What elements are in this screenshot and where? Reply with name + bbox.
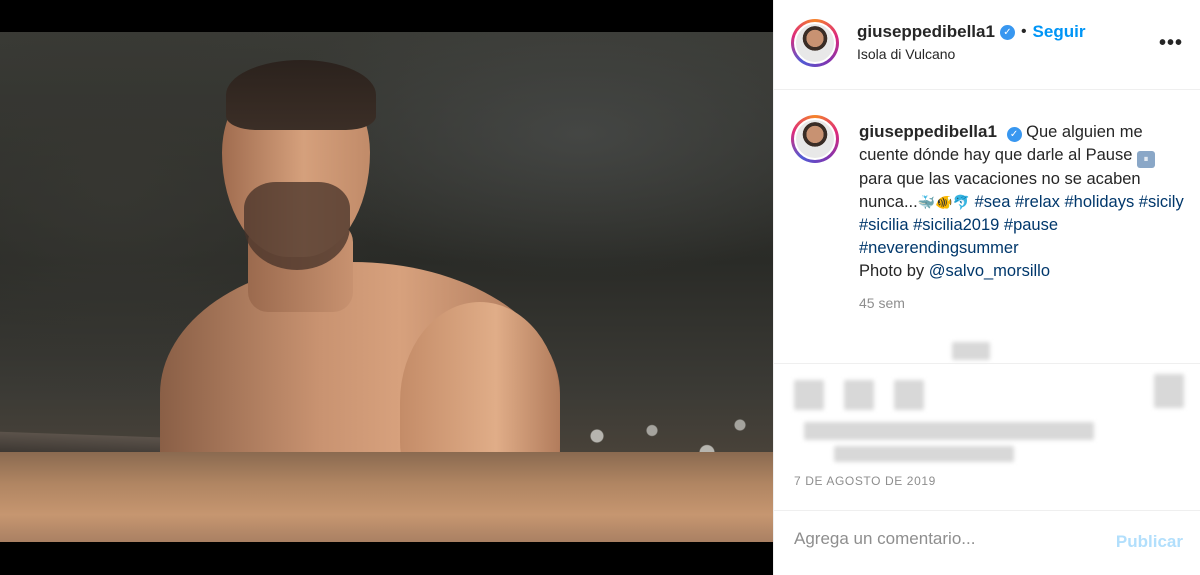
post-header: giuseppedibella1 ✓ • Seguir Isola di Vul… (774, 0, 1200, 90)
save-icon[interactable] (1154, 374, 1184, 408)
caption-username[interactable]: giuseppedibella1 (859, 122, 997, 141)
likes-summary (804, 422, 1094, 440)
pause-emoji-icon: ⏸ (1136, 151, 1155, 168)
photo-credit-handle[interactable]: @salvo_morsillo (929, 262, 1050, 280)
publish-button[interactable]: Publicar (1116, 532, 1183, 552)
location-link[interactable]: Isola di Vulcano (857, 46, 955, 62)
likes-summary-line-2 (834, 446, 1014, 462)
pool-water (0, 452, 773, 542)
caption-verified-badge-icon: ✓ (1006, 127, 1022, 142)
story-ring[interactable] (791, 19, 839, 67)
more-options-icon[interactable]: ••• (1159, 32, 1183, 55)
separator-dot: • (1020, 23, 1027, 40)
share-icon[interactable] (894, 380, 924, 410)
comment-bar: Publicar (774, 510, 1200, 575)
caption-avatar[interactable] (794, 118, 836, 160)
verified-badge-icon: ✓ (999, 24, 1015, 40)
like-icon[interactable] (794, 380, 824, 410)
post-actions: 7 DE AGOSTO DE 2019 (774, 363, 1200, 510)
sea-emoji-icons: 🐳🐠🐬 (917, 194, 971, 210)
comment-icon[interactable] (844, 380, 874, 410)
caption-age: 45 sem (859, 295, 905, 311)
post-photo[interactable] (0, 32, 773, 542)
post-side-panel: giuseppedibella1 ✓ • Seguir Isola di Vul… (773, 0, 1200, 575)
man-hair (226, 60, 376, 130)
follow-button[interactable]: Seguir (1033, 22, 1086, 42)
header-name-row: giuseppedibella1 ✓ • Seguir (857, 22, 1085, 42)
avatar[interactable] (794, 22, 836, 64)
blurred-comment-icon (952, 342, 990, 360)
post-date: 7 DE AGOSTO DE 2019 (794, 474, 936, 488)
post-media (0, 0, 773, 575)
comment-input[interactable] (794, 529, 1094, 549)
header-username[interactable]: giuseppedibella1 (857, 22, 995, 42)
caption-text: giuseppedibella1 ✓ Que alguien me cuente… (859, 120, 1184, 283)
instagram-post: giuseppedibella1 ✓ • Seguir Isola di Vul… (0, 0, 1200, 575)
caption-story-ring[interactable] (791, 115, 839, 163)
man-beard (244, 182, 350, 270)
photo-credit-prefix: Photo by (859, 262, 925, 280)
